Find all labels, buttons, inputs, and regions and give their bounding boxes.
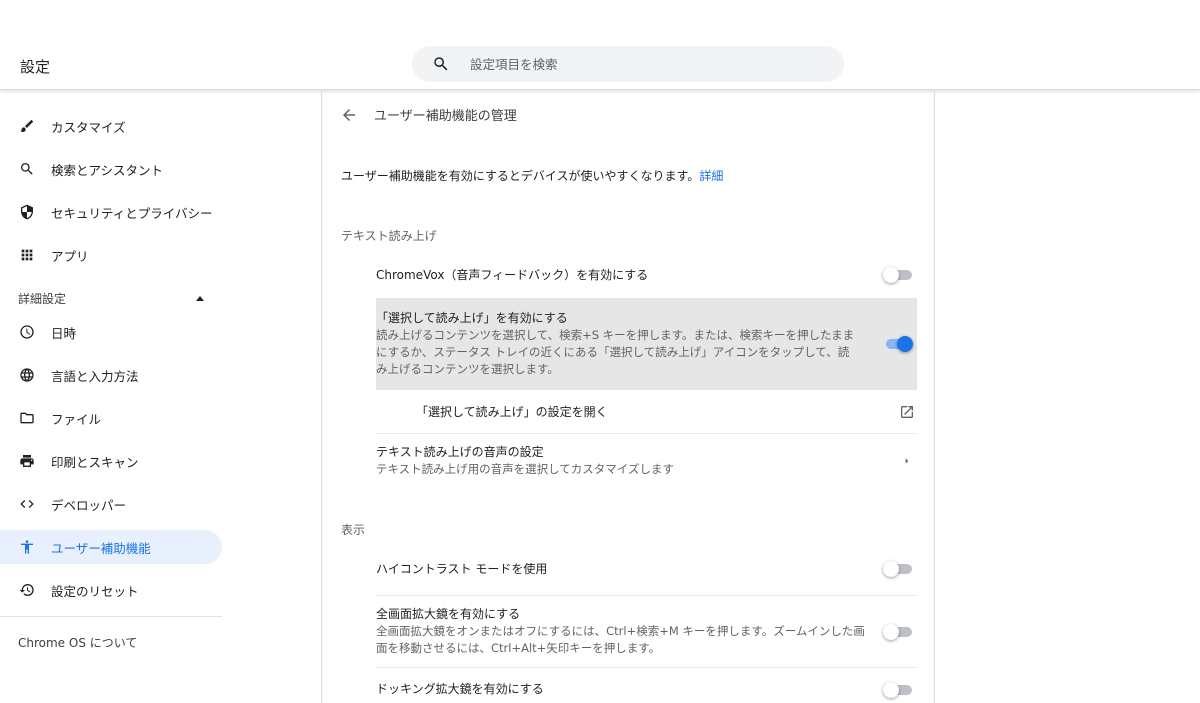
sidebar-divider	[0, 616, 222, 617]
brush-icon	[19, 118, 35, 134]
search-icon	[434, 57, 448, 71]
fullscreen-magnifier-description-1: 全画面拡大鏡をオンまたはオフにするには、Ctrl+検索+M キーを押します。ズー…	[376, 624, 865, 638]
sidebar-item-label: ユーザー補助機能	[51, 540, 151, 556]
sidebar-item-search-assistant[interactable]: 検索とアシスタント	[0, 152, 222, 186]
high-contrast-row[interactable]: ハイコントラスト モードを使用	[376, 552, 917, 586]
sidebar-item-files[interactable]: ファイル	[0, 401, 222, 435]
clock-icon	[19, 324, 35, 340]
tts-voice-settings-row[interactable]: テキスト読み上げの音声の設定 テキスト読み上げ用の音声を選択してカスタマイズしま…	[376, 433, 917, 487]
sidebar-item-label: カスタマイズ	[51, 119, 126, 135]
select-to-speak-description-1: 読み上げるコンテンツを選択して、検索+S キーを押します。または、検索キーを押し…	[376, 328, 855, 342]
shield-icon	[19, 204, 35, 220]
fullscreen-magnifier-row[interactable]: 全画面拡大鏡を有効にする 全画面拡大鏡をオンまたはオフにするには、Ctrl+検索…	[376, 595, 917, 667]
docked-magnifier-toggle[interactable]	[883, 681, 913, 698]
printer-icon	[19, 453, 35, 469]
app-title: 設定	[20, 58, 51, 76]
sidebar-item-print-scan[interactable]: 印刷とスキャン	[0, 444, 222, 478]
sidebar-item-label: 設定のリセット	[51, 583, 139, 599]
intro-text: ユーザー補助機能を有効にするとデバイスが使いやすくなります。詳細	[341, 167, 723, 184]
accessibility-settings-page: ユーザー補助機能の管理 ユーザー補助機能を有効にするとデバイスが使いやすくなりま…	[321, 91, 935, 703]
section-heading-display: 表示	[341, 523, 366, 537]
search-box[interactable]	[412, 46, 844, 82]
code-icon	[19, 496, 35, 512]
sidebar-item-apps[interactable]: アプリ	[0, 238, 222, 272]
apps-grid-icon	[19, 247, 35, 263]
select-to-speak-description-3: み上げるコンテンツを選択します。	[376, 362, 559, 376]
fullscreen-magnifier-description-2: 面を移動させるには、Ctrl+Alt+矢印キーを押します。	[376, 641, 661, 655]
sidebar-about-chrome-os[interactable]: Chrome OS について	[18, 634, 137, 651]
select-to-speak-row[interactable]: 「選択して読み上げ」を有効にする 読み上げるコンテンツを選択して、検索+S キー…	[376, 298, 917, 390]
reset-icon	[19, 582, 35, 598]
sidebar-item-accessibility[interactable]: ユーザー補助機能	[0, 530, 222, 564]
sidebar-item-label: 言語と入力方法	[51, 368, 139, 384]
select-to-speak-toggle[interactable]	[883, 336, 913, 352]
intro-description: ユーザー補助機能を有効にするとデバイスが使いやすくなります。	[341, 169, 700, 183]
chromevox-label: ChromeVox（音声フィードバック）を有効にする	[376, 267, 649, 282]
sidebar-item-security-privacy[interactable]: セキュリティとプライバシー	[0, 195, 222, 229]
page-header: ユーザー補助機能の管理	[340, 105, 517, 124]
sidebar-item-customize[interactable]: カスタマイズ	[0, 109, 222, 143]
search-icon	[19, 161, 35, 177]
select-to-speak-settings-label: 「選択して読み上げ」の設定を開く	[416, 404, 608, 419]
advanced-section-toggle[interactable]: 詳細設定	[18, 290, 208, 307]
tts-voice-settings-label: テキスト読み上げの音声の設定	[376, 444, 544, 459]
accessibility-icon	[19, 539, 35, 555]
docked-magnifier-label: ドッキング拡大鏡を有効にする	[376, 682, 544, 696]
section-heading-tts: テキスト読み上げ	[341, 229, 437, 243]
high-contrast-toggle[interactable]	[883, 561, 913, 577]
sidebar-item-label: 検索とアシスタント	[51, 162, 164, 178]
select-to-speak-settings-row[interactable]: 「選択して読み上げ」の設定を開く	[416, 391, 917, 433]
sidebar-item-label: 印刷とスキャン	[51, 454, 139, 470]
fullscreen-magnifier-toggle[interactable]	[883, 623, 913, 640]
docked-magnifier-row[interactable]: ドッキング拡大鏡を有効にする	[376, 667, 917, 703]
sidebar-item-label: デベロッパー	[51, 497, 127, 513]
tts-voice-settings-description: テキスト読み上げ用の音声を選択してカスタマイズします	[376, 461, 674, 476]
sidebar-item-reset-settings[interactable]: 設定のリセット	[0, 573, 222, 607]
select-to-speak-label: 「選択して読み上げ」を有効にする	[376, 311, 568, 325]
back-arrow-icon[interactable]	[340, 106, 358, 124]
high-contrast-label: ハイコントラスト モードを使用	[376, 561, 548, 576]
open-in-new-icon[interactable]	[899, 404, 915, 420]
globe-icon	[19, 367, 35, 383]
select-to-speak-description-2: にするか、ステータス トレイの近くにある「選択して読み上げ」アイコンをタップして…	[376, 345, 850, 359]
sidebar-item-label: アプリ	[51, 248, 89, 264]
sidebar: カスタマイズ 検索とアシスタント セキュリティとプライバシー アプリ 詳細設定 …	[0, 91, 240, 703]
chromevox-row[interactable]: ChromeVox（音声フィードバック）を有効にする	[376, 258, 917, 292]
header: 設定	[0, 0, 1200, 90]
page-title: ユーザー補助機能の管理	[374, 109, 517, 124]
sidebar-item-developers[interactable]: デベロッパー	[0, 487, 222, 521]
sidebar-item-label: セキュリティとプライバシー	[51, 205, 213, 221]
sidebar-item-date-time[interactable]: 日時	[0, 315, 222, 349]
learn-more-link[interactable]: 詳細	[699, 169, 723, 183]
sidebar-item-label: 日時	[51, 325, 77, 341]
sidebar-item-languages[interactable]: 言語と入力方法	[0, 358, 222, 392]
fullscreen-magnifier-label: 全画面拡大鏡を有効にする	[376, 607, 521, 621]
advanced-section-label: 詳細設定	[18, 292, 67, 306]
sidebar-item-label: ファイル	[51, 411, 102, 427]
search-input[interactable]	[470, 56, 810, 72]
collapse-arrow-icon	[196, 296, 204, 301]
folder-icon	[19, 410, 35, 426]
chevron-right-icon	[905, 457, 909, 464]
chromevox-toggle[interactable]	[883, 267, 913, 283]
